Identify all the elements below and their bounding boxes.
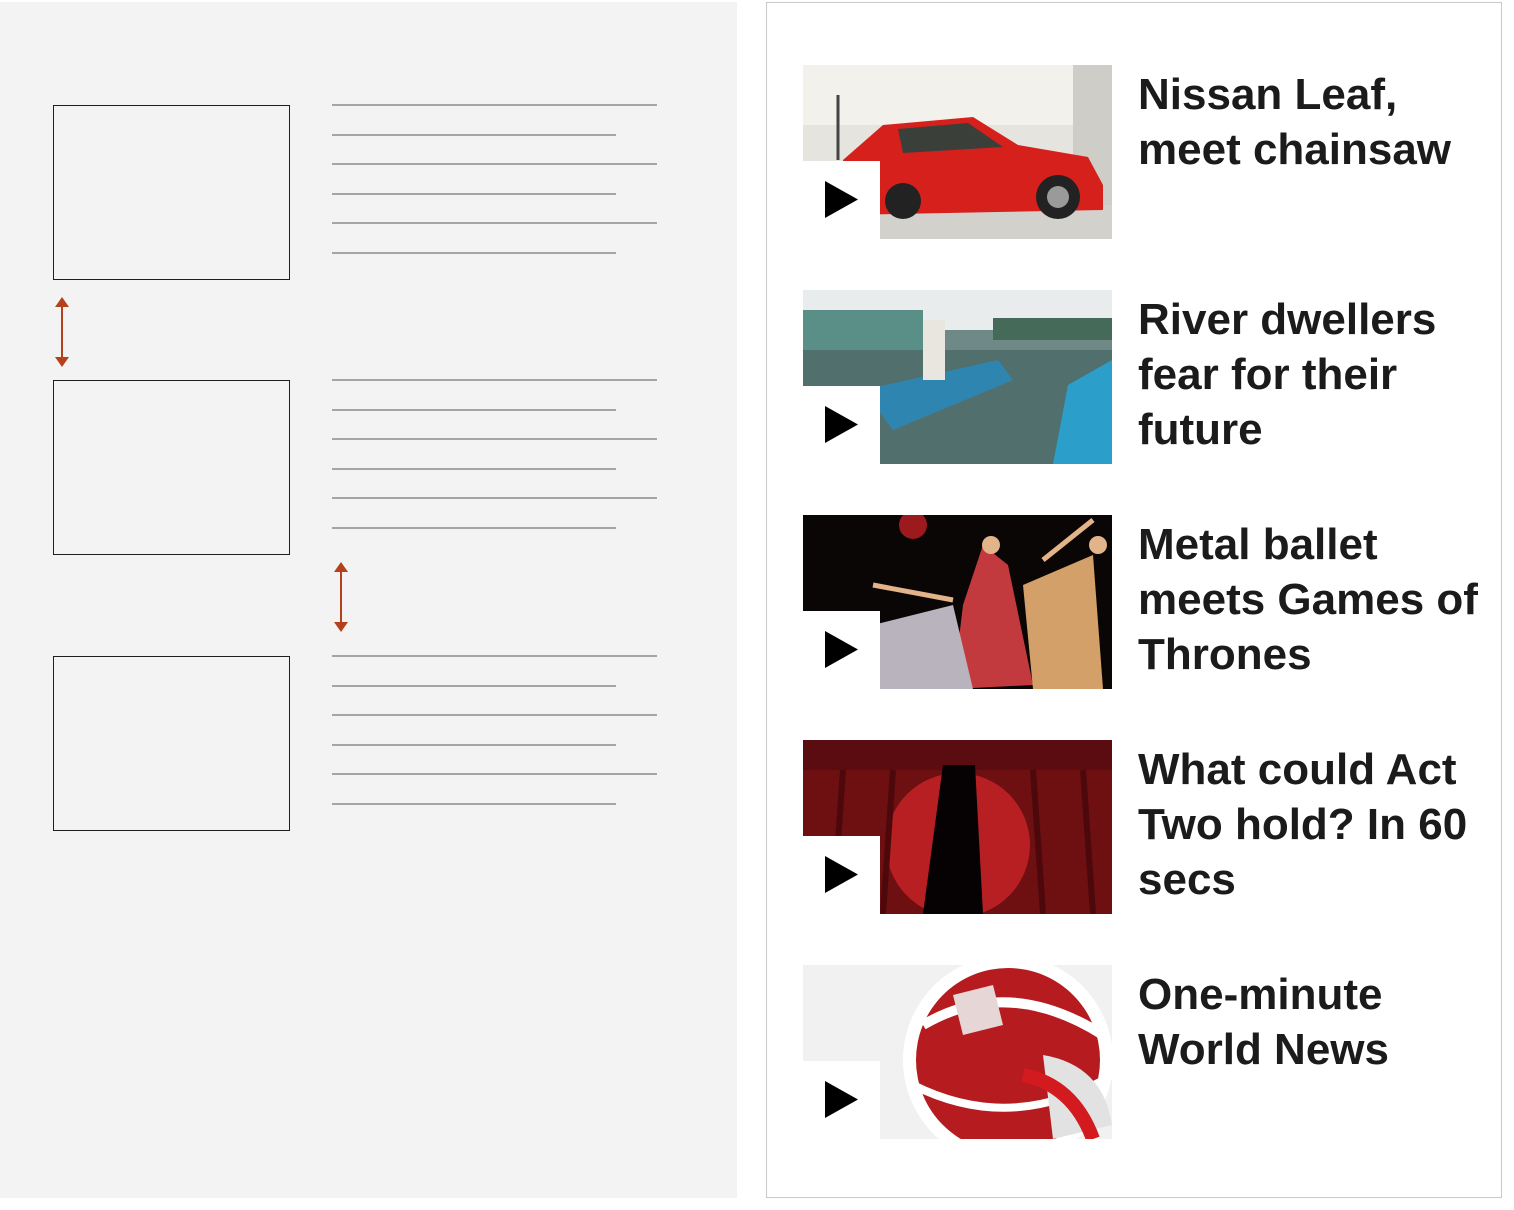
wireframe-text-line — [332, 409, 616, 411]
wireframe-text-line — [332, 773, 657, 775]
play-icon — [825, 856, 858, 893]
video-headline[interactable]: One-minute World News — [1138, 967, 1483, 1077]
play-button[interactable] — [803, 1061, 880, 1139]
play-icon — [825, 631, 858, 668]
video-thumbnail-car[interactable] — [803, 65, 1112, 239]
video-item[interactable]: Metal ballet meets Games of Thrones — [803, 515, 1483, 690]
play-icon — [825, 181, 858, 218]
wireframe-text-line — [332, 438, 657, 440]
video-item[interactable]: Nissan Leaf, meet chainsaw — [803, 65, 1483, 240]
play-button[interactable] — [803, 611, 880, 689]
play-icon — [825, 406, 858, 443]
video-thumbnail-curtain[interactable] — [803, 740, 1112, 914]
video-headline[interactable]: Nissan Leaf, meet chainsaw — [1138, 67, 1483, 177]
wireframe-text-line — [332, 193, 616, 195]
video-item[interactable]: River dwellers fear for their future — [803, 290, 1483, 465]
video-thumbnail-globe[interactable] — [803, 965, 1112, 1139]
video-headline[interactable]: Metal ballet meets Games of Thrones — [1138, 517, 1483, 682]
video-headline[interactable]: What could Act Two hold? In 60 secs — [1138, 742, 1483, 907]
wireframe-text-line — [332, 468, 616, 470]
wireframe-thumbnail-box-2 — [53, 380, 290, 555]
wireframe-text-line — [332, 134, 616, 136]
wireframe-text-line — [332, 163, 657, 165]
play-button[interactable] — [803, 161, 880, 239]
video-item[interactable]: One-minute World News — [803, 965, 1483, 1140]
wireframe-text-line — [332, 527, 616, 529]
wireframe-text-line — [332, 104, 657, 106]
wireframe-text-line — [332, 685, 616, 687]
video-thumbnail-river[interactable] — [803, 290, 1112, 464]
layout-wireframe-panel — [0, 2, 737, 1198]
wireframe-text-line — [332, 803, 616, 805]
play-icon — [825, 1081, 858, 1118]
video-headline[interactable]: River dwellers fear for their future — [1138, 292, 1483, 457]
wireframe-text-line — [332, 222, 657, 224]
video-list-panel: Nissan Leaf, meet chainsaw River dweller… — [766, 2, 1502, 1198]
video-item[interactable]: What could Act Two hold? In 60 secs — [803, 740, 1483, 915]
vertical-spacing-arrow-icon — [334, 562, 348, 632]
wireframe-text-line — [332, 714, 657, 716]
wireframe-text-line — [332, 252, 616, 254]
vertical-spacing-arrow-icon — [55, 297, 69, 367]
wireframe-thumbnail-box-1 — [53, 105, 290, 280]
play-button[interactable] — [803, 836, 880, 914]
wireframe-text-line — [332, 497, 657, 499]
wireframe-thumbnail-box-3 — [53, 656, 290, 831]
video-thumbnail-ballet[interactable] — [803, 515, 1112, 689]
wireframe-text-line — [332, 744, 616, 746]
wireframe-text-line — [332, 379, 657, 381]
play-button[interactable] — [803, 386, 880, 464]
wireframe-text-line — [332, 655, 657, 657]
